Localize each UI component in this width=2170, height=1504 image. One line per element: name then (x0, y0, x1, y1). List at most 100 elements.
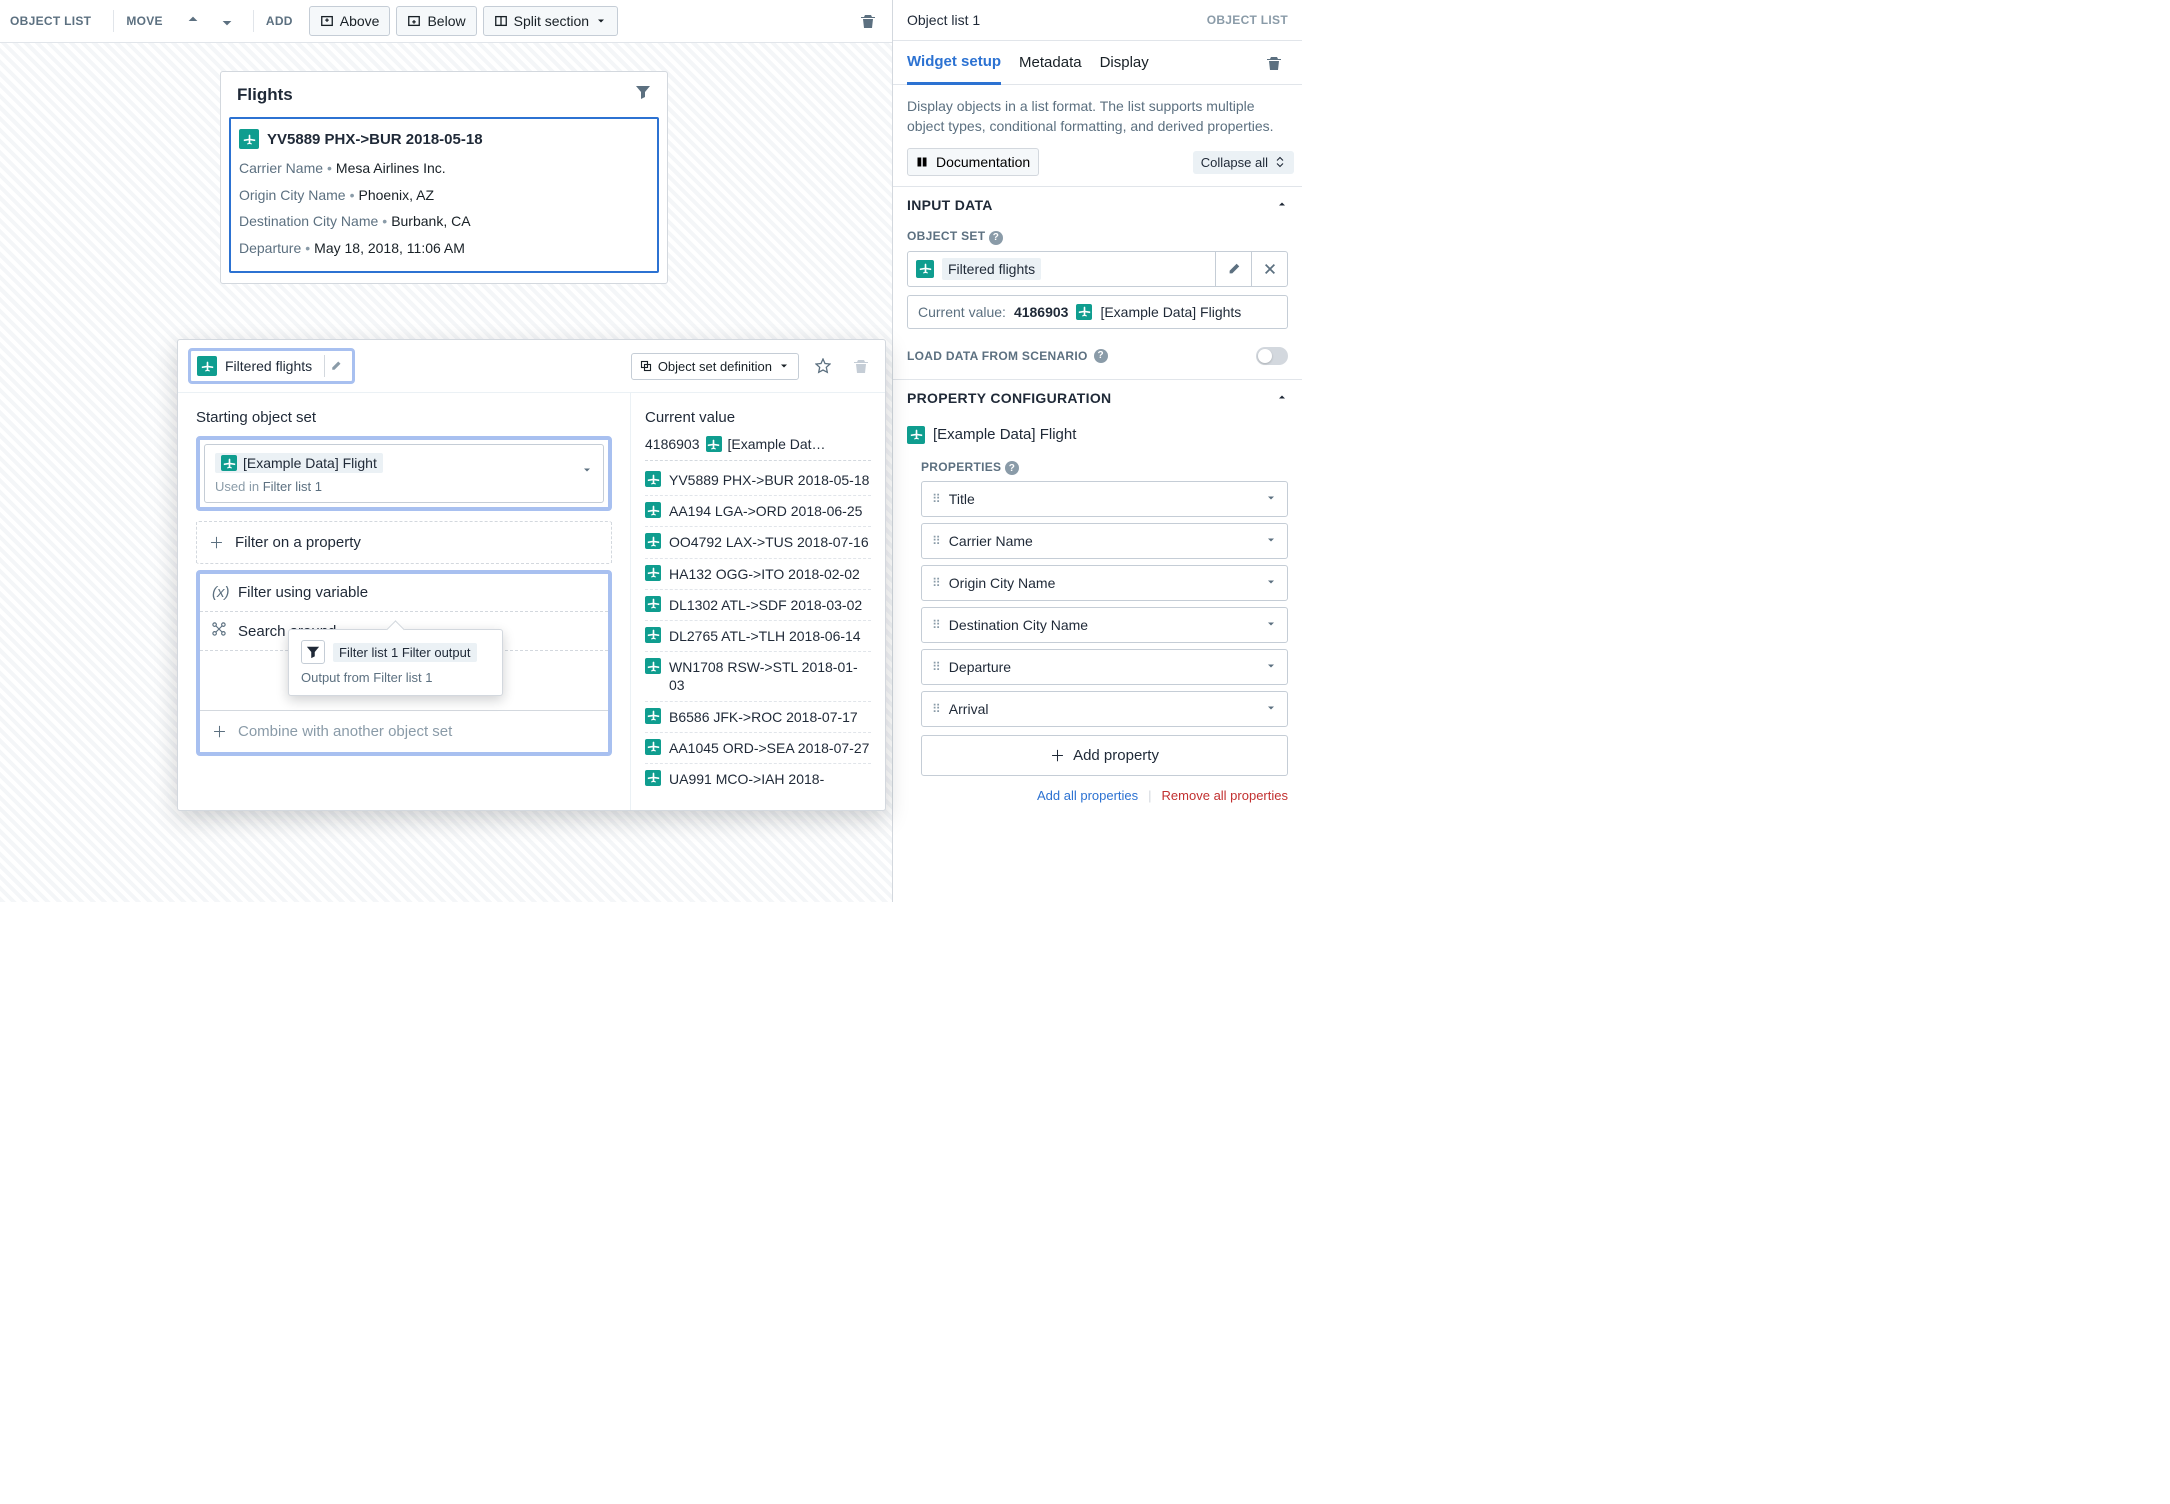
filter-icon (301, 640, 325, 664)
tab-display[interactable]: Display (1100, 42, 1149, 83)
airplane-icon (916, 260, 934, 278)
list-item[interactable]: DL2765 ATL->TLH 2018-06-14 (645, 620, 871, 651)
variable-icon: (x) (212, 584, 228, 601)
add-below-button[interactable]: Below (396, 6, 476, 36)
delete-button[interactable] (854, 7, 882, 35)
airplane-icon (239, 129, 259, 149)
object-set-input[interactable]: Filtered flights (908, 252, 1215, 286)
close-icon[interactable] (1251, 252, 1287, 286)
add-all-properties-link[interactable]: Add all properties (1037, 788, 1138, 803)
list-item[interactable]: UA991 MCO->IAH 2018- (645, 763, 871, 794)
plus-icon: ＋ (212, 721, 228, 742)
add-property-button[interactable]: ＋Add property (921, 735, 1288, 776)
list-item[interactable]: HA132 OGG->ITO 2018-02-02 (645, 558, 871, 589)
add-label: ADD (266, 14, 293, 28)
starting-object-set-select[interactable]: [Example Data] Flight Used in Filter lis… (204, 444, 604, 503)
property-item[interactable]: ⠿Origin City Name (921, 565, 1288, 601)
combine-option[interactable]: ＋Combine with another object set (200, 710, 608, 752)
plus-icon: ＋ (1050, 745, 1065, 766)
airplane-icon (645, 739, 661, 755)
airplane-icon (706, 436, 722, 452)
airplane-icon (197, 356, 217, 376)
property-item[interactable]: ⠿Arrival (921, 691, 1288, 727)
list-item[interactable]: YV5889 PHX->BUR 2018-05-18 Carrier Name•… (229, 117, 659, 273)
airplane-icon (645, 471, 661, 487)
list-item[interactable]: AA194 LGA->ORD 2018-06-25 (645, 495, 871, 526)
object-type-row: [Example Data] Flight (893, 416, 1302, 454)
drag-handle-icon[interactable]: ⠿ (932, 702, 939, 716)
airplane-icon (645, 565, 661, 581)
filter-variable-option[interactable]: (x)Filter using variable (200, 574, 608, 611)
list-item[interactable]: OO4792 LAX->TUS 2018-07-16 (645, 526, 871, 557)
chevron-down-icon (1265, 533, 1277, 549)
tab-widget-setup[interactable]: Widget setup (907, 41, 1001, 85)
list-item[interactable]: B6586 JFK->ROC 2018-07-17 (645, 701, 871, 732)
chevron-down-icon (1265, 701, 1277, 717)
property-item[interactable]: ⠿Departure (921, 649, 1288, 685)
airplane-icon (645, 502, 661, 518)
input-data-section[interactable]: INPUT DATA (893, 186, 1302, 223)
edit-icon[interactable] (324, 355, 346, 377)
add-above-button[interactable]: Above (309, 6, 391, 36)
flights-card: Flights YV5889 PHX->BUR 2018-05-18 Carri… (220, 71, 668, 284)
search-around-icon (212, 622, 228, 640)
current-value-display: Current value: 4186903 [Example Data] Fl… (907, 295, 1288, 329)
chevron-up-icon (1276, 390, 1288, 406)
list-item[interactable]: DL1302 ATL->SDF 2018-03-02 (645, 589, 871, 620)
collapse-all-button[interactable]: Collapse all (1193, 151, 1294, 174)
panel-type: OBJECT LIST (1207, 13, 1288, 27)
drag-handle-icon[interactable]: ⠿ (932, 576, 939, 590)
filter-property-option[interactable]: ＋Filter on a property (196, 522, 612, 563)
load-scenario-toggle[interactable] (1256, 347, 1288, 365)
documentation-button[interactable]: Documentation (907, 148, 1039, 176)
property-item[interactable]: ⠿Title (921, 481, 1288, 517)
filter-icon[interactable] (635, 84, 651, 105)
airplane-icon (645, 596, 661, 612)
airplane-icon (645, 533, 661, 549)
chevron-up-icon (1276, 197, 1288, 213)
star-icon[interactable] (809, 352, 837, 380)
property-item[interactable]: ⠿Destination City Name (921, 607, 1288, 643)
split-section-button[interactable]: Split section (483, 6, 618, 36)
plus-icon: ＋ (209, 532, 225, 553)
airplane-icon (645, 658, 661, 674)
current-value-count: 4186903 [Example Dat… (645, 436, 871, 461)
drag-handle-icon[interactable]: ⠿ (932, 492, 939, 506)
drag-handle-icon[interactable]: ⠿ (932, 618, 939, 632)
list-item[interactable]: AA1045 ORD->SEA 2018-07-27 (645, 732, 871, 763)
airplane-icon (645, 770, 661, 786)
tab-metadata[interactable]: Metadata (1019, 42, 1082, 83)
drag-handle-icon[interactable]: ⠿ (932, 534, 939, 548)
property-item[interactable]: ⠿Carrier Name (921, 523, 1288, 559)
help-icon[interactable]: ? (1094, 349, 1108, 363)
object-set-popover: Filtered flights Object set definition S… (177, 339, 886, 811)
widget-config-panel: Object list 1 OBJECT LIST Widget setup M… (893, 0, 1302, 902)
tooltip-label[interactable]: Filter list 1 Filter output (333, 643, 477, 662)
property-configuration-section[interactable]: PROPERTY CONFIGURATION (893, 379, 1302, 416)
move-up-button[interactable] (179, 7, 207, 35)
object-list-label: OBJECT LIST (10, 14, 91, 28)
list-item[interactable]: YV5889 PHX->BUR 2018-05-18 (645, 465, 871, 495)
drag-handle-icon[interactable]: ⠿ (932, 660, 939, 674)
chevron-down-icon (1265, 617, 1277, 633)
remove-all-properties-link[interactable]: Remove all properties (1162, 788, 1288, 803)
trash-icon[interactable] (847, 352, 875, 380)
help-icon[interactable]: ? (1005, 461, 1019, 475)
move-down-button[interactable] (213, 7, 241, 35)
trash-icon[interactable] (1260, 49, 1288, 77)
airplane-icon (221, 455, 237, 471)
help-icon[interactable]: ? (989, 231, 1003, 245)
panel-title: Object list 1 (907, 12, 980, 28)
item-title: YV5889 PHX->BUR 2018-05-18 (267, 131, 483, 148)
card-title: Flights (237, 85, 293, 105)
object-set-name: Filtered flights (225, 358, 312, 374)
filter-variable-tooltip: Filter list 1 Filter output Output from … (288, 629, 503, 696)
airplane-icon (645, 627, 661, 643)
object-set-name-pill[interactable]: Filtered flights (188, 348, 355, 384)
airplane-icon (907, 426, 925, 444)
list-item[interactable]: WN1708 RSW->STL 2018-01-03 (645, 651, 871, 700)
current-value-label: Current value (645, 409, 871, 426)
chevron-down-icon (581, 463, 593, 479)
object-set-definition-button[interactable]: Object set definition (631, 353, 799, 380)
edit-icon[interactable] (1215, 252, 1251, 286)
